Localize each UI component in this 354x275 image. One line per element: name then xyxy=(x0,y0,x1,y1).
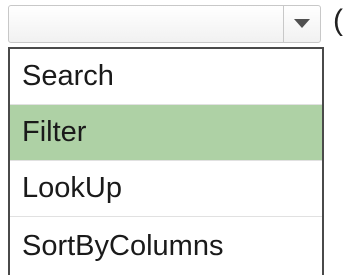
list-item-search[interactable]: Search xyxy=(10,49,322,105)
list-item-filter[interactable]: Filter xyxy=(10,105,322,161)
open-parenthesis-text: ( xyxy=(333,4,343,37)
triangle-down-icon xyxy=(294,19,310,28)
function-dropdown-list[interactable]: Search Filter LookUp SortByColumns xyxy=(8,47,324,275)
list-item-lookup[interactable]: LookUp xyxy=(10,161,322,217)
function-combobox[interactable] xyxy=(8,5,321,43)
list-item-label: SortByColumns xyxy=(22,229,224,262)
dropdown-toggle-button[interactable] xyxy=(283,6,320,42)
list-item-label: Search xyxy=(22,60,114,92)
list-item-label: LookUp xyxy=(22,172,122,204)
formula-function-picker: ( Search Filter LookUp SortByColumns xyxy=(0,0,354,275)
list-item-label: Filter xyxy=(22,116,87,148)
list-item-sortbycolumns[interactable]: SortByColumns xyxy=(10,217,322,275)
